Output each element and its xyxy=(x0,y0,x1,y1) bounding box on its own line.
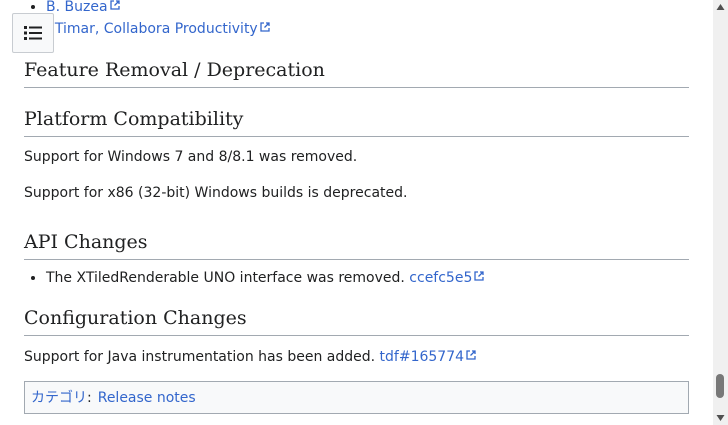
reference-list: B. Buzea . Timar, Collabora Productivity xyxy=(24,0,270,40)
list-item: . Timar, Collabora Productivity xyxy=(46,18,270,40)
heading-configuration-changes: Configuration Changes xyxy=(24,305,689,336)
heading-platform-compatibility: Platform Compatibility xyxy=(24,106,689,137)
paragraph-x86-deprecated: Support for x86 (32-bit) Windows builds … xyxy=(24,185,408,201)
heading-feature-removal: Feature Removal / Deprecation xyxy=(24,57,689,88)
category-link-release-notes[interactable]: Release notes xyxy=(98,390,196,406)
vertical-scrollbar[interactable] xyxy=(713,0,728,425)
bug-link[interactable]: tdf#165774 xyxy=(380,349,464,365)
api-change-list: The XTiledRenderable UNO interface was r… xyxy=(24,268,485,288)
list-icon xyxy=(24,26,42,40)
article-content: B. Buzea . Timar, Collabora Productivity… xyxy=(24,0,689,425)
paragraph-java-instrumentation: Support for Java instrumentation has bee… xyxy=(24,347,476,367)
reference-link[interactable]: B. Buzea xyxy=(46,0,108,15)
scroll-down-arrow-icon[interactable] xyxy=(716,414,725,422)
toc-button[interactable] xyxy=(12,13,54,53)
external-link-icon xyxy=(260,22,270,32)
category-separator: : xyxy=(87,390,92,406)
external-link-icon xyxy=(466,350,476,360)
categories-label-link[interactable]: カテゴリ xyxy=(31,390,87,406)
scroll-up-arrow-icon[interactable] xyxy=(716,3,725,11)
scrollbar-thumb[interactable] xyxy=(716,374,724,398)
reference-link[interactable]: . Timar, Collabora Productivity xyxy=(46,21,258,37)
category-box: カテゴリ: Release notes xyxy=(24,381,689,414)
external-link-icon xyxy=(474,271,485,281)
paragraph-windows-support: Support for Windows 7 and 8/8.1 was remo… xyxy=(24,149,358,165)
external-link-icon xyxy=(109,0,120,10)
commit-link[interactable]: ccefc5e5 xyxy=(409,270,472,286)
heading-api-changes: API Changes xyxy=(24,229,689,260)
list-item: B. Buzea xyxy=(46,0,270,18)
list-item: The XTiledRenderable UNO interface was r… xyxy=(46,268,485,288)
